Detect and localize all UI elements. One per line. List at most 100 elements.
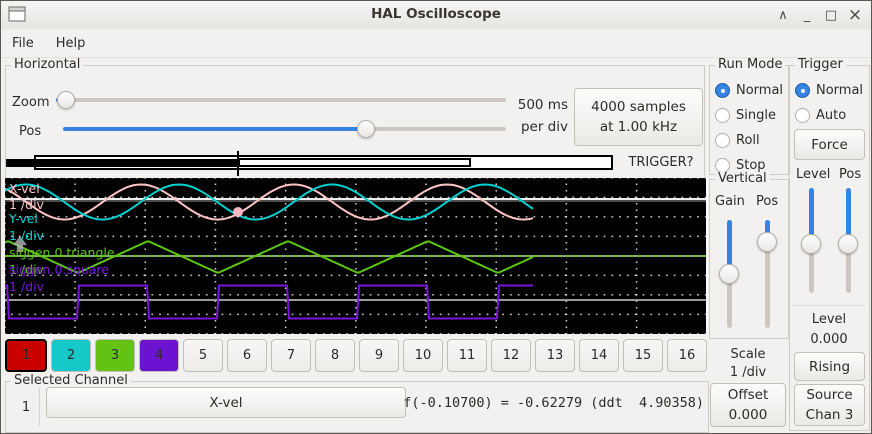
offset-value: 0.000	[729, 405, 768, 425]
channel-label: siggen.0.square	[9, 263, 109, 276]
vertical-pos-label: Pos	[756, 194, 778, 209]
horizontal-zoom-slider[interactable]	[56, 91, 506, 109]
source-value: Chan 3	[806, 405, 854, 425]
offset-button[interactable]: Offset 0.000	[710, 383, 786, 427]
radio-icon[interactable]	[715, 108, 730, 123]
trigger-level-value: 0.000	[790, 332, 868, 347]
force-button[interactable]: Force	[794, 129, 865, 160]
titlebar[interactable]: HAL Oscilloscope ∧ _ □ ×	[1, 1, 871, 30]
channel-scale-label: 1 /div	[9, 229, 44, 242]
radio-label: Single	[736, 108, 776, 123]
horizontal-pos-slider[interactable]	[63, 120, 506, 138]
scale-caption: Scale	[709, 347, 787, 362]
record-data-bar	[6, 159, 239, 167]
trigger-status-label: TRIGGER?	[617, 155, 705, 170]
sample-rate-button[interactable]: 4000 samples at 1.00 kHz	[574, 88, 703, 146]
scope-display[interactable]: X-vel1 /divY-vel1 /divsiggen.0.triangle1…	[5, 178, 708, 334]
channel-button-7[interactable]: 7	[271, 339, 311, 372]
trigger-option-auto[interactable]: Auto	[795, 107, 846, 124]
pos-slider-label: Pos	[19, 124, 41, 139]
trigger-level-label: Level	[796, 167, 830, 182]
run-mode-group: Run Mode Normal Single Roll Stop	[709, 65, 789, 175]
vertical-pos-slider[interactable]	[757, 220, 777, 328]
radio-label: Normal	[736, 83, 783, 98]
app-window: HAL Oscilloscope ∧ _ □ × File Help Horiz…	[0, 0, 872, 434]
channel-button-8[interactable]: 8	[315, 339, 355, 372]
channel-name-button[interactable]: X-vel	[46, 387, 406, 418]
slider-handle[interactable]	[357, 120, 375, 138]
channel-button-16[interactable]: 16	[667, 339, 707, 372]
menu-help[interactable]: Help	[45, 33, 97, 54]
channel-row: 12345678910111213141516	[5, 339, 707, 372]
cursor-dot	[233, 207, 243, 217]
trigger-level-slider[interactable]	[801, 188, 821, 293]
channel-button-11[interactable]: 11	[447, 339, 487, 372]
channel-button-6[interactable]: 6	[227, 339, 267, 372]
time-per-div-value: 500 ms	[506, 94, 568, 116]
channel-button-9[interactable]: 9	[359, 339, 399, 372]
slider-handle[interactable]	[801, 234, 821, 254]
channel-scale-label: 1 /div	[9, 280, 44, 293]
force-label: Force	[811, 135, 848, 155]
radio-label: Roll	[736, 133, 760, 148]
slider-track[interactable]	[56, 98, 506, 102]
trigger-option-normal[interactable]: Normal	[795, 82, 863, 99]
slider-fill	[63, 127, 366, 131]
radio-icon[interactable]	[795, 108, 810, 123]
radio-icon[interactable]	[715, 133, 730, 148]
menu-file[interactable]: File	[1, 33, 45, 54]
radio-icon[interactable]	[715, 83, 730, 98]
radio-icon[interactable]	[795, 83, 810, 98]
channel-button-10[interactable]: 10	[403, 339, 443, 372]
trigger-edge-button[interactable]: Rising	[794, 352, 865, 381]
record-view-box	[238, 158, 471, 167]
gain-label: Gain	[715, 194, 745, 209]
window-controls: ∧ _ □ ×	[771, 1, 867, 29]
channel-button-2[interactable]: 2	[51, 339, 91, 372]
slider-handle[interactable]	[838, 234, 858, 254]
channel-button-1[interactable]: 1	[5, 339, 47, 372]
separator	[39, 388, 40, 426]
run-mode-option-normal[interactable]: Normal	[715, 82, 783, 99]
sample-count-label: 4000 samples	[591, 97, 686, 117]
channel-button-4[interactable]: 4	[139, 339, 179, 372]
separator	[792, 305, 865, 306]
channel-button-14[interactable]: 14	[579, 339, 619, 372]
channel-button-3[interactable]: 3	[95, 339, 135, 372]
trigger-pos-slider[interactable]	[838, 188, 858, 293]
run-mode-option-single[interactable]: Single	[715, 107, 776, 124]
run-mode-title: Run Mode	[715, 58, 785, 72]
time-per-div-readout: 500 ms per div	[506, 94, 568, 138]
maximize-icon[interactable]: □	[819, 3, 843, 27]
channel-label: Y-vel	[9, 212, 38, 225]
trigger-source-button[interactable]: Source Chan 3	[794, 384, 865, 426]
offset-label: Offset	[728, 385, 769, 405]
minimize-icon[interactable]: _	[795, 3, 819, 27]
channel-name-label: X-vel	[209, 393, 242, 413]
channel-button-5[interactable]: 5	[183, 339, 223, 372]
trigger-pos-label: Pos	[839, 167, 861, 182]
slider-handle[interactable]	[757, 232, 777, 252]
channel-label: siggen.0.triangle	[9, 246, 115, 259]
radio-label: Normal	[816, 83, 863, 98]
radio-label: Auto	[816, 108, 846, 123]
slider-handle[interactable]	[719, 264, 739, 284]
channel-button-13[interactable]: 13	[535, 339, 575, 372]
trigger-group: Trigger Normal Auto Force Level Pos Leve…	[789, 65, 870, 431]
selected-channel-number: 1	[16, 399, 36, 415]
close-icon[interactable]: ×	[843, 3, 867, 27]
slider-handle[interactable]	[57, 91, 75, 109]
channel-button-15[interactable]: 15	[623, 339, 663, 372]
run-mode-option-roll[interactable]: Roll	[715, 132, 760, 149]
cursor-readout: f(-0.10700) = -0.62279 (ddt 4.90358)	[403, 395, 704, 411]
channel-scale-label: 1 /div	[9, 198, 44, 211]
shade-icon[interactable]: ∧	[771, 3, 795, 27]
zoom-slider-label: Zoom	[12, 95, 49, 110]
trigger-title: Trigger	[795, 58, 846, 72]
trigger-level-caption: Level	[790, 312, 868, 327]
channel-button-12[interactable]: 12	[491, 339, 531, 372]
edge-label: Rising	[809, 357, 850, 377]
menubar: File Help	[1, 29, 871, 58]
vertical-gain-slider[interactable]	[719, 220, 739, 328]
sample-rate-label: at 1.00 kHz	[600, 117, 677, 137]
